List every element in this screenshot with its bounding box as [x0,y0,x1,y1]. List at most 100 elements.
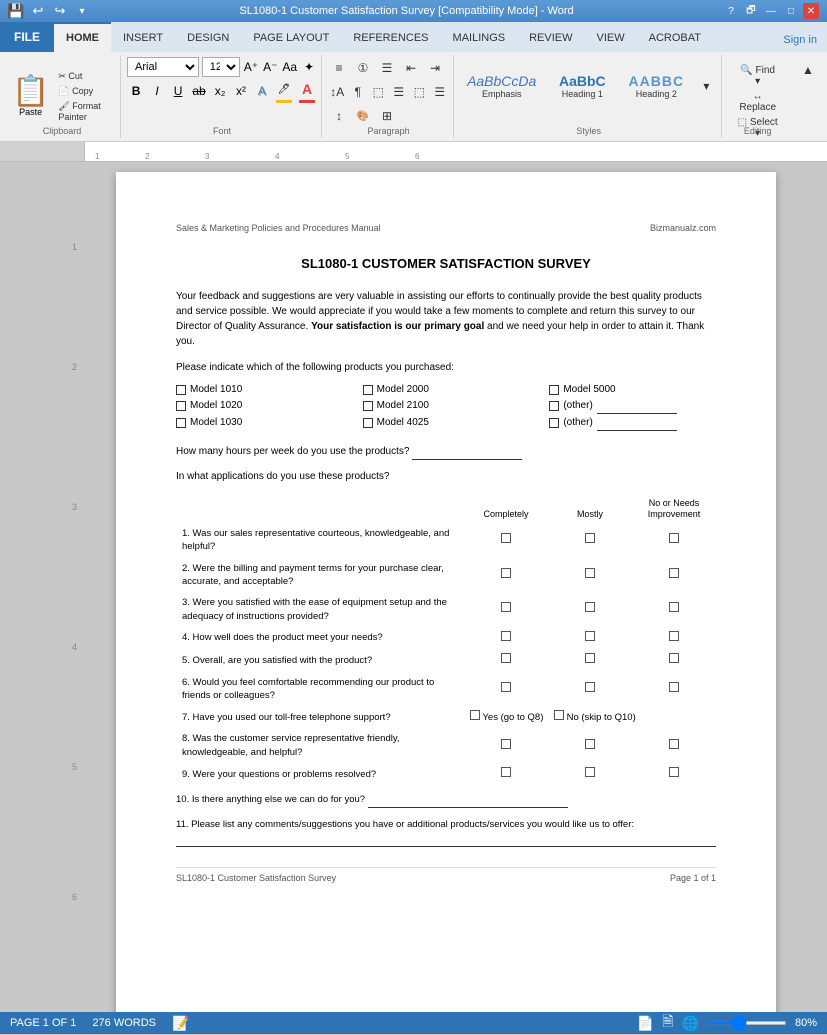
q2-mostly[interactable] [548,558,632,593]
q1-mostly[interactable] [548,523,632,558]
line-spacing-button[interactable]: ↕ [328,105,350,127]
shrink-font-button[interactable]: A⁻ [262,57,278,77]
strikethrough-button[interactable]: ab [190,81,208,101]
product-checkbox-other-2[interactable] [549,418,559,428]
justify-button[interactable]: ☰ [431,81,450,103]
cut-button[interactable]: ✂ Cut [55,70,116,83]
change-case-button[interactable]: Aa [281,57,298,77]
style-heading2[interactable]: AABBC Heading 2 [621,70,691,103]
product-checkbox-5000[interactable] [549,385,559,395]
tab-view[interactable]: VIEW [585,22,637,52]
document-scroll-area[interactable]: Sales & Marketing Policies and Procedure… [85,162,807,1012]
italic-button[interactable]: I [148,81,166,101]
product-checkbox-2100[interactable] [363,401,373,411]
align-center-button[interactable]: ☰ [390,81,409,103]
text-effects-button[interactable]: A [253,81,271,101]
find-button[interactable]: 🔍 Find ▾ [732,65,783,87]
product-model-1020[interactable]: Model 1020 [176,399,343,414]
q9-mostly[interactable] [548,763,632,785]
q1-no-needs[interactable] [632,523,716,558]
product-other-2[interactable]: (other) [549,416,716,431]
grow-font-button[interactable]: A⁺ [243,57,259,77]
tab-review[interactable]: REVIEW [517,22,584,52]
other-field-2[interactable] [597,416,677,431]
redo-icon[interactable]: ↪ [52,3,68,19]
multilevel-button[interactable]: ☰ [376,57,398,79]
tab-insert[interactable]: INSERT [111,22,175,52]
tab-page-layout[interactable]: PAGE LAYOUT [241,22,341,52]
align-left-button[interactable]: ⬚ [369,81,388,103]
subscript-button[interactable]: x₂ [211,81,229,101]
product-model-1010[interactable]: Model 1010 [176,383,343,397]
product-checkbox-other-1[interactable] [549,401,559,411]
font-name-select[interactable]: Arial [127,57,199,77]
undo-icon[interactable]: ↩ [30,3,46,19]
tab-acrobat[interactable]: ACROBAT [637,22,713,52]
q4-no-needs[interactable] [632,627,716,649]
numbering-button[interactable]: ① [352,57,374,79]
product-model-1030[interactable]: Model 1030 [176,416,343,431]
q2-no-needs[interactable] [632,558,716,593]
minimize-button[interactable]: — [763,3,779,19]
bold-button[interactable]: B [127,81,145,101]
q2-completely[interactable] [464,558,548,593]
print-layout-icon[interactable]: 🗎 [662,1011,673,1035]
hours-answer-field[interactable] [412,445,522,460]
tab-design[interactable]: DESIGN [175,22,241,52]
text-highlight-button[interactable]: 🖊 [274,79,294,99]
product-checkbox-2000[interactable] [363,385,373,395]
product-other-1[interactable]: (other) [549,399,716,414]
style-heading1[interactable]: AaBbC Heading 1 [547,70,617,103]
q3-no-needs[interactable] [632,592,716,627]
product-model-2100[interactable]: Model 2100 [363,399,530,414]
ribbon-collapse-button[interactable]: ▲ [797,59,819,81]
show-marks-button[interactable]: ¶ [349,81,368,103]
increase-indent-button[interactable]: ⇥ [424,57,446,79]
format-painter-button[interactable]: 🖌 Format Painter [55,100,116,123]
q9-completely[interactable] [464,763,548,785]
q3-mostly[interactable] [548,592,632,627]
product-model-2000[interactable]: Model 2000 [363,383,530,397]
product-checkbox-4025[interactable] [363,418,373,428]
product-model-5000[interactable]: Model 5000 [549,383,716,397]
replace-button[interactable]: ↔ Replace [732,91,783,113]
styles-scroll-down[interactable]: ▾ [695,61,717,111]
tab-mailings[interactable]: MAILINGS [441,22,518,52]
q10-answer-field[interactable] [368,793,568,807]
borders-button[interactable]: ⊞ [376,105,398,127]
tab-home[interactable]: HOME [54,22,111,52]
q7-no-checkbox[interactable] [554,710,564,720]
sort-button[interactable]: ↕A [328,81,347,103]
underline-button[interactable]: U [169,81,187,101]
customize-icon[interactable]: ▾ [74,3,90,19]
shading-button[interactable]: 🎨 [352,105,374,127]
document-title[interactable]: SL1080-1 Customer Satisfaction Survey [176,255,716,273]
close-button[interactable]: ✕ [803,3,819,19]
q11-answer-field[interactable] [176,833,716,847]
q7-yes-checkbox[interactable] [470,710,480,720]
quick-save-icon[interactable]: 💾 [8,3,24,19]
font-color-button[interactable]: A [297,79,317,99]
align-right-button[interactable]: ⬚ [410,81,429,103]
copy-button[interactable]: 📄 Copy [55,85,116,98]
product-checkbox-1020[interactable] [176,401,186,411]
bullets-button[interactable]: ≡ [328,57,350,79]
q6-completely[interactable] [464,672,548,707]
q8-no-needs[interactable] [632,728,716,763]
other-field-1[interactable] [597,399,677,414]
q8-completely[interactable] [464,728,548,763]
product-model-4025[interactable]: Model 4025 [363,416,530,431]
decrease-indent-button[interactable]: ⇤ [400,57,422,79]
q1-completely[interactable] [464,523,548,558]
q5-mostly[interactable] [548,649,632,671]
font-size-select[interactable]: 12 [202,57,240,77]
superscript-button[interactable]: x² [232,81,250,101]
tab-references[interactable]: REFERENCES [341,22,440,52]
q6-mostly[interactable] [548,672,632,707]
web-layout-icon[interactable]: 🌐 [682,1015,699,1032]
q8-mostly[interactable] [548,728,632,763]
q9-no-needs[interactable] [632,763,716,785]
q5-completely[interactable] [464,649,548,671]
q3-completely[interactable] [464,592,548,627]
product-checkbox-1030[interactable] [176,418,186,428]
